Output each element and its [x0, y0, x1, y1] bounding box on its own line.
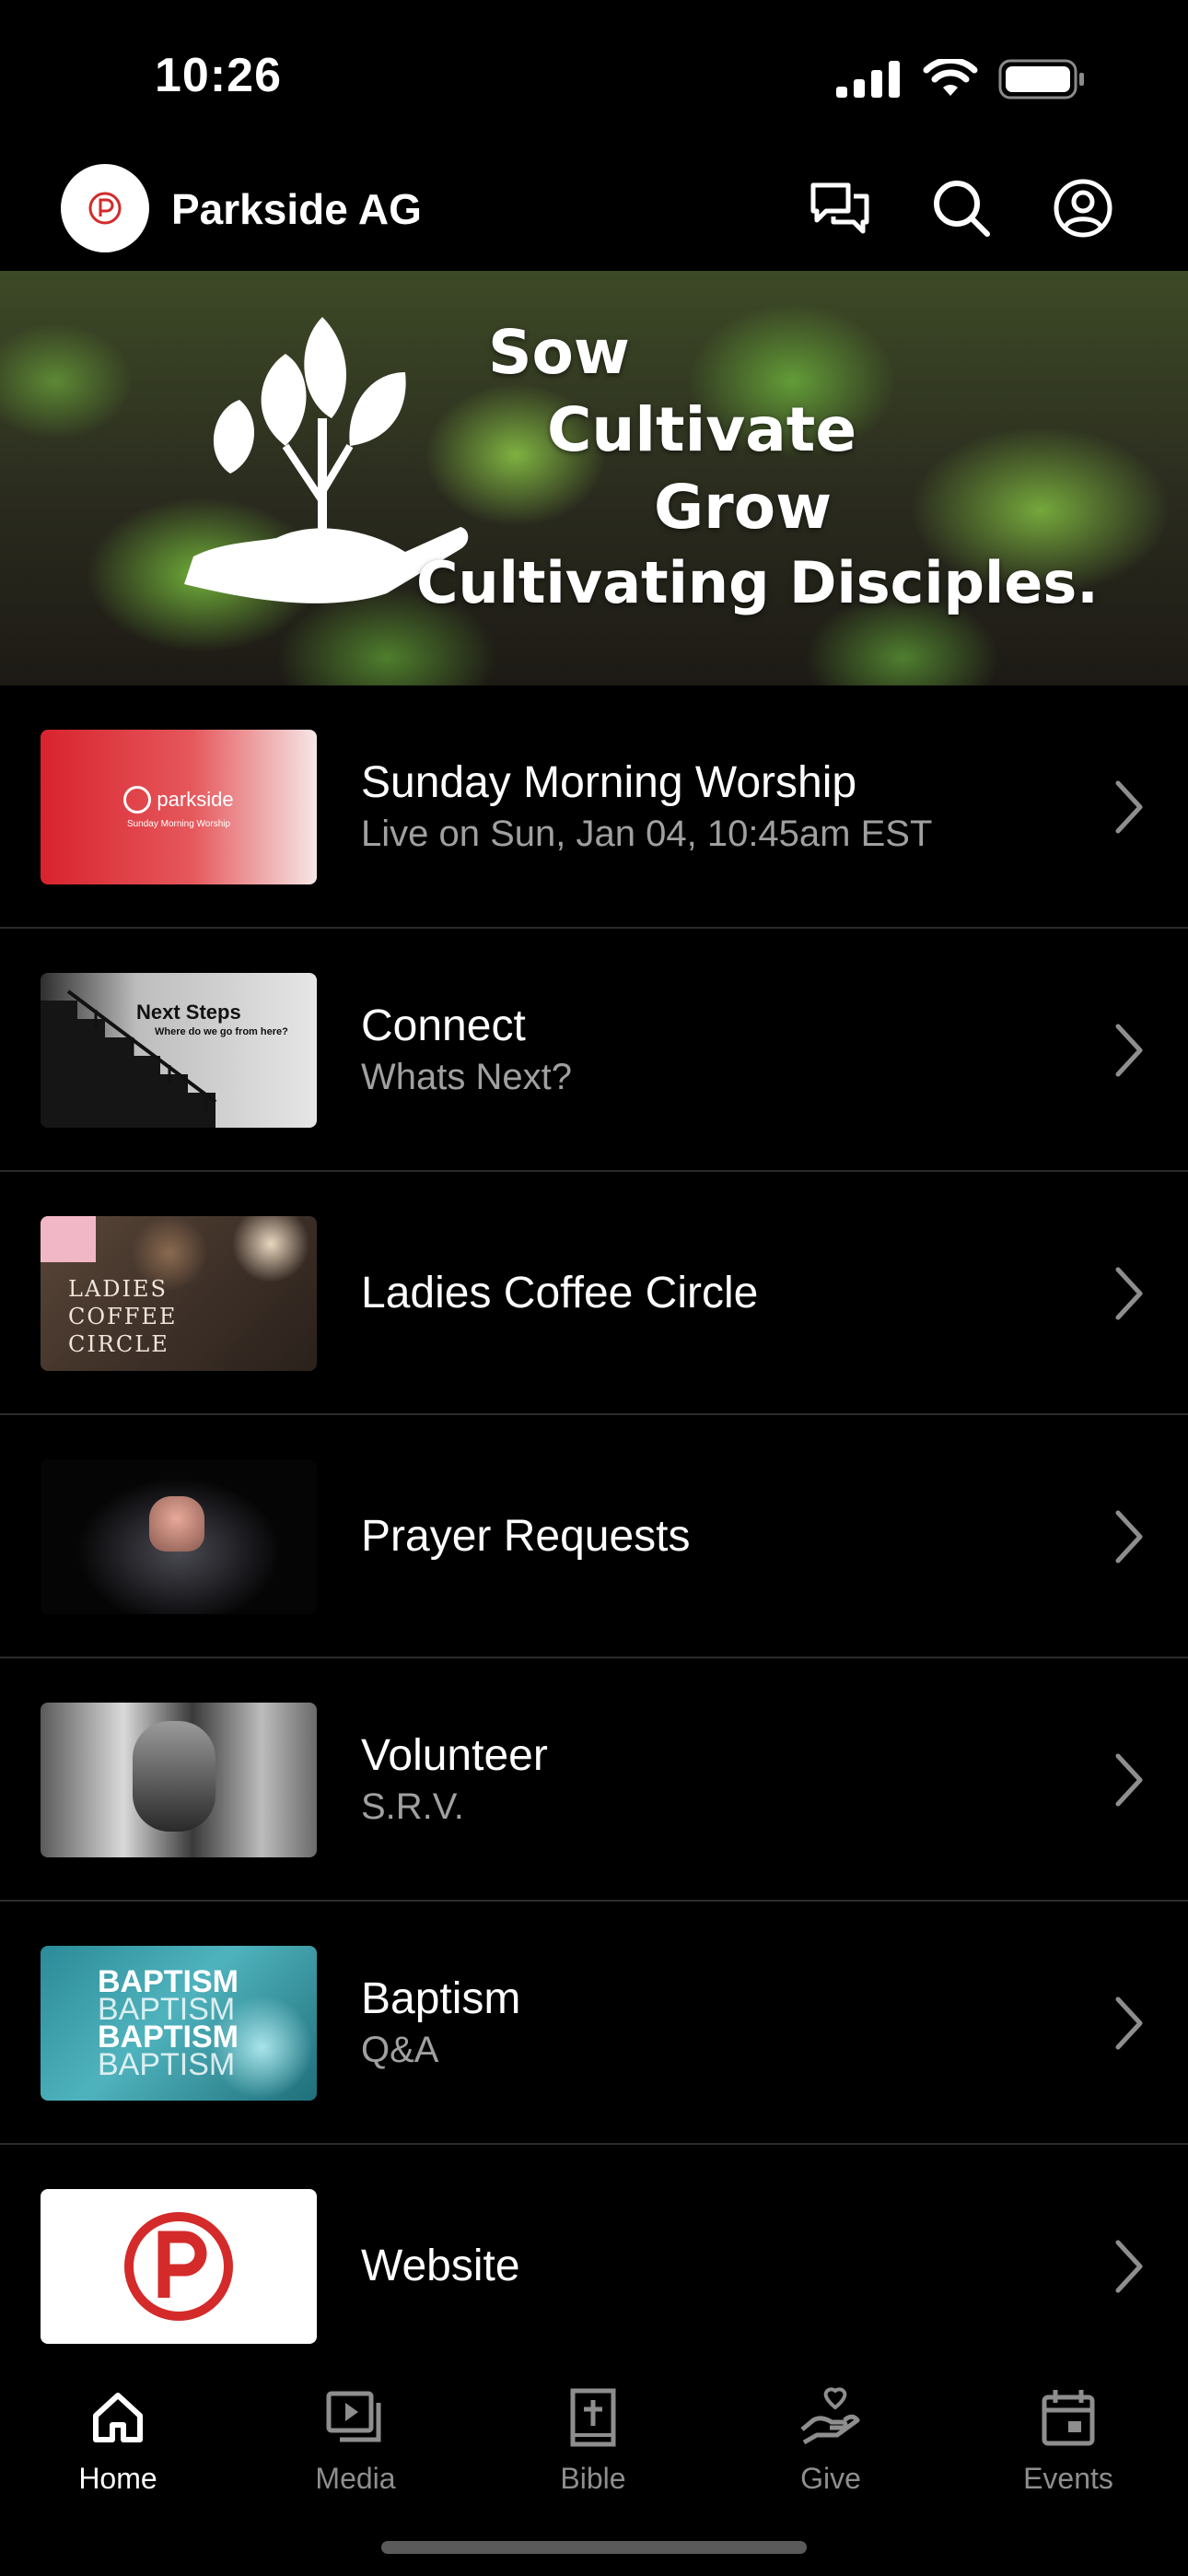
- tab-give[interactable]: Give: [748, 2364, 914, 2521]
- thumbnail-brand-text: parkside: [157, 787, 234, 811]
- chevron-right-icon: [1115, 1753, 1143, 1807]
- tab-label: Bible: [560, 2462, 626, 2495]
- thumbnail-caption: Where do we go from here?: [155, 1026, 288, 1037]
- item-subtitle: Live on Sun, Jan 04, 10:45am EST: [361, 814, 933, 854]
- cellular-signal-icon: [836, 61, 900, 98]
- parkside-logo-icon: [88, 192, 122, 225]
- chevron-right-icon: [1115, 1267, 1143, 1320]
- praying-hands-icon: [149, 1496, 204, 1551]
- app-title: Parkside AG: [171, 185, 422, 233]
- item-title: Baptism: [361, 1974, 521, 2023]
- bible-icon: [570, 2388, 616, 2447]
- item-title: Volunteer: [361, 1731, 548, 1780]
- list-item-sunday-morning-worship[interactable]: parkside Sunday Morning Worship Sunday M…: [0, 685, 1188, 929]
- banner-line-sow: Sow: [488, 317, 630, 388]
- wifi-icon: [923, 59, 978, 96]
- chevron-right-icon: [1115, 780, 1143, 834]
- content-list: parkside Sunday Morning Worship Sunday M…: [0, 685, 1188, 2388]
- give-icon: [800, 2387, 860, 2445]
- joined-hands-icon: [133, 1721, 215, 1832]
- search-button[interactable]: [928, 175, 995, 241]
- item-subtitle: S.R.V.: [361, 1786, 464, 1827]
- thumbnail-caption: Sunday Morning Worship: [126, 818, 231, 829]
- volunteer-thumbnail: [41, 1703, 317, 1857]
- sunday-worship-thumbnail: parkside Sunday Morning Worship: [41, 730, 317, 884]
- user-profile-icon: [1054, 179, 1112, 238]
- praying-hands-thumbnail: [41, 1459, 317, 1614]
- parkside-logo-icon: [124, 2212, 233, 2321]
- tab-home[interactable]: Home: [35, 2364, 201, 2521]
- staircase-icon: [41, 989, 217, 1128]
- connect-thumbnail: Next Steps Where do we go from here?: [41, 973, 317, 1128]
- tab-label: Home: [78, 2462, 157, 2495]
- parkside-logo-icon: [123, 785, 152, 814]
- item-subtitle: Whats Next?: [361, 1057, 572, 1097]
- item-title: Sunday Morning Worship: [361, 758, 857, 807]
- hero-banner[interactable]: Sow Cultivate Grow Cultivating Disciples…: [0, 271, 1188, 685]
- item-title: Ladies Coffee Circle: [361, 1269, 759, 1317]
- tab-media[interactable]: Media: [273, 2364, 438, 2521]
- tab-label: Give: [800, 2462, 861, 2495]
- status-time: 10:26: [155, 49, 282, 102]
- status-icons: [836, 59, 1085, 100]
- status-bar: 10:26: [0, 0, 1188, 157]
- thumbnail-heading: BAPTISM: [98, 2047, 236, 2082]
- profile-button[interactable]: [1050, 175, 1116, 241]
- item-title: Prayer Requests: [361, 1512, 691, 1561]
- banner-line-grow: Grow: [654, 472, 833, 543]
- list-item-ladies-coffee-circle[interactable]: LADIES COFFEE CIRCLE Ladies Coffee Circl…: [0, 1172, 1188, 1415]
- home-indicator[interactable]: [381, 2541, 807, 2554]
- chevron-right-icon: [1115, 1996, 1143, 2050]
- baptism-thumbnail: BAPTISM BAPTISM BAPTISM BAPTISM: [41, 1946, 317, 2101]
- search-icon: [934, 181, 990, 237]
- thumbnail-heading: LADIES COFFEE CIRCLE: [68, 1276, 178, 1357]
- chevron-right-icon: [1115, 2240, 1143, 2293]
- church-logo[interactable]: [61, 164, 149, 252]
- tab-events[interactable]: Events: [985, 2364, 1151, 2521]
- list-item-volunteer[interactable]: Volunteer S.R.V.: [0, 1658, 1188, 1902]
- tab-bible[interactable]: Bible: [510, 2364, 676, 2521]
- list-item-prayer-requests[interactable]: Prayer Requests: [0, 1415, 1188, 1658]
- chevron-right-icon: [1115, 1510, 1143, 1563]
- chat-bubbles-icon: [810, 182, 869, 234]
- tab-label: Media: [315, 2462, 396, 2495]
- banner-line-cultivating-disciples: Cultivating Disciples.: [416, 549, 1099, 616]
- tab-label: Events: [1023, 2462, 1113, 2495]
- chevron-right-icon: [1115, 1024, 1143, 1077]
- events-icon: [1042, 2390, 1095, 2446]
- battery-icon: [998, 59, 1084, 100]
- list-item-baptism[interactable]: BAPTISM BAPTISM BAPTISM BAPTISM Baptism …: [0, 1902, 1188, 2145]
- item-title: Connect: [361, 1001, 526, 1050]
- app-header: Parkside AG: [0, 157, 1188, 271]
- website-thumbnail: [41, 2189, 317, 2344]
- thumbnail-heading: Next Steps: [136, 1001, 241, 1024]
- item-title: Website: [361, 2242, 520, 2290]
- banner-line-cultivate: Cultivate: [547, 394, 857, 465]
- messages-button[interactable]: [807, 175, 873, 241]
- item-subtitle: Q&A: [361, 2030, 439, 2070]
- ladies-coffee-circle-thumbnail: LADIES COFFEE CIRCLE: [41, 1216, 317, 1371]
- home-icon: [93, 2393, 143, 2442]
- media-icon: [326, 2391, 381, 2442]
- list-item-connect[interactable]: Next Steps Where do we go from here? Con…: [0, 929, 1188, 1172]
